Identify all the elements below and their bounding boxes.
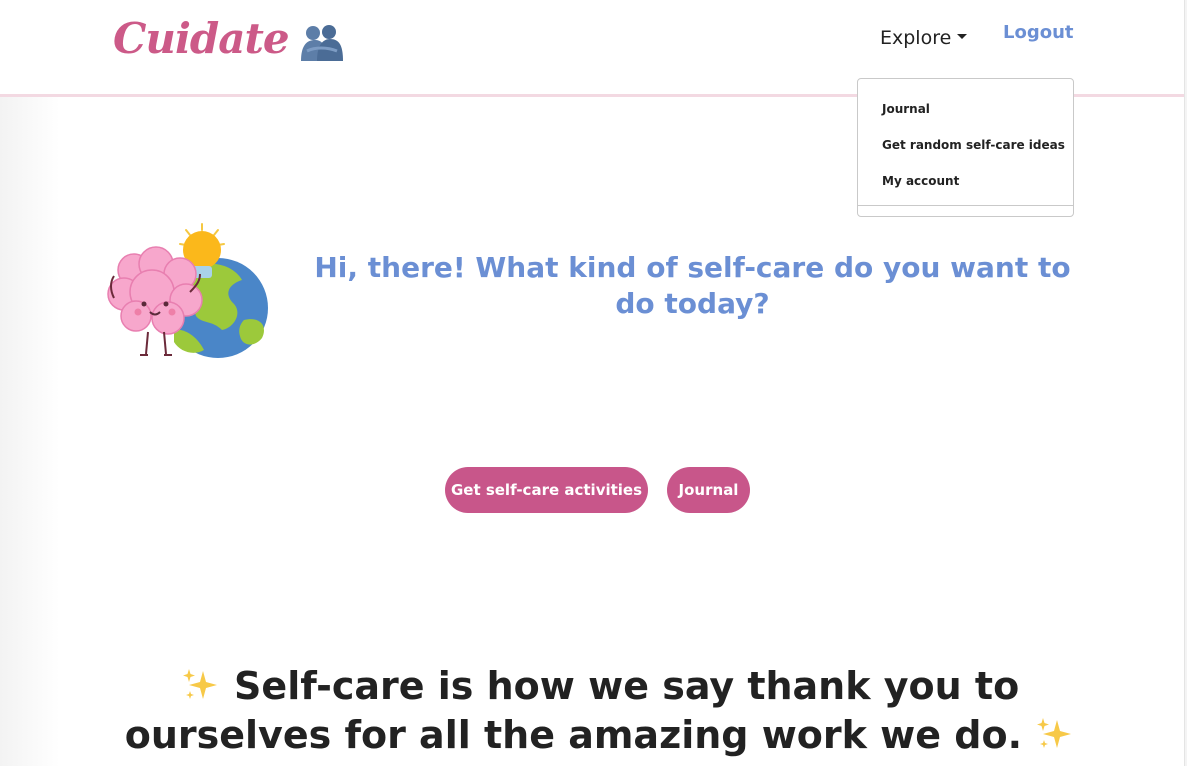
dropdown-item-my-account[interactable]: My account: [882, 174, 959, 188]
get-activities-button[interactable]: Get self-care activities: [445, 467, 648, 513]
dropdown-item-journal[interactable]: Journal: [882, 102, 930, 116]
brain-and-earth-illustration: [107, 223, 268, 358]
page-left-shade: [0, 0, 60, 766]
caret-down-icon: [957, 34, 968, 39]
self-care-quote: Self-care is how we say thank you to our…: [100, 662, 1100, 760]
sparkles-icon: [1037, 717, 1072, 748]
hug-emoji-icon: [300, 24, 343, 61]
logout-link[interactable]: Logout: [1003, 22, 1074, 43]
quote-text: Self-care is how we say thank you to our…: [124, 664, 1023, 757]
dropdown-divider: [858, 205, 1073, 206]
explore-dropdown-menu: Journal Get random self-care ideas My ac…: [857, 78, 1074, 217]
explore-dropdown-toggle[interactable]: Explore: [880, 27, 968, 49]
hero-title: Hi, there! What kind of self-care do you…: [314, 251, 1071, 320]
brand-logo-text[interactable]: Cuidate: [113, 14, 290, 63]
sparkles-icon: [182, 668, 217, 699]
brand[interactable]: Cuidate: [113, 14, 345, 63]
explore-label: Explore: [880, 27, 952, 49]
dropdown-item-random-ideas[interactable]: Get random self-care ideas: [882, 138, 1065, 152]
page: Cuidate Explore Logout Journal Get rando…: [0, 0, 1185, 766]
journal-button[interactable]: Journal: [667, 467, 750, 513]
